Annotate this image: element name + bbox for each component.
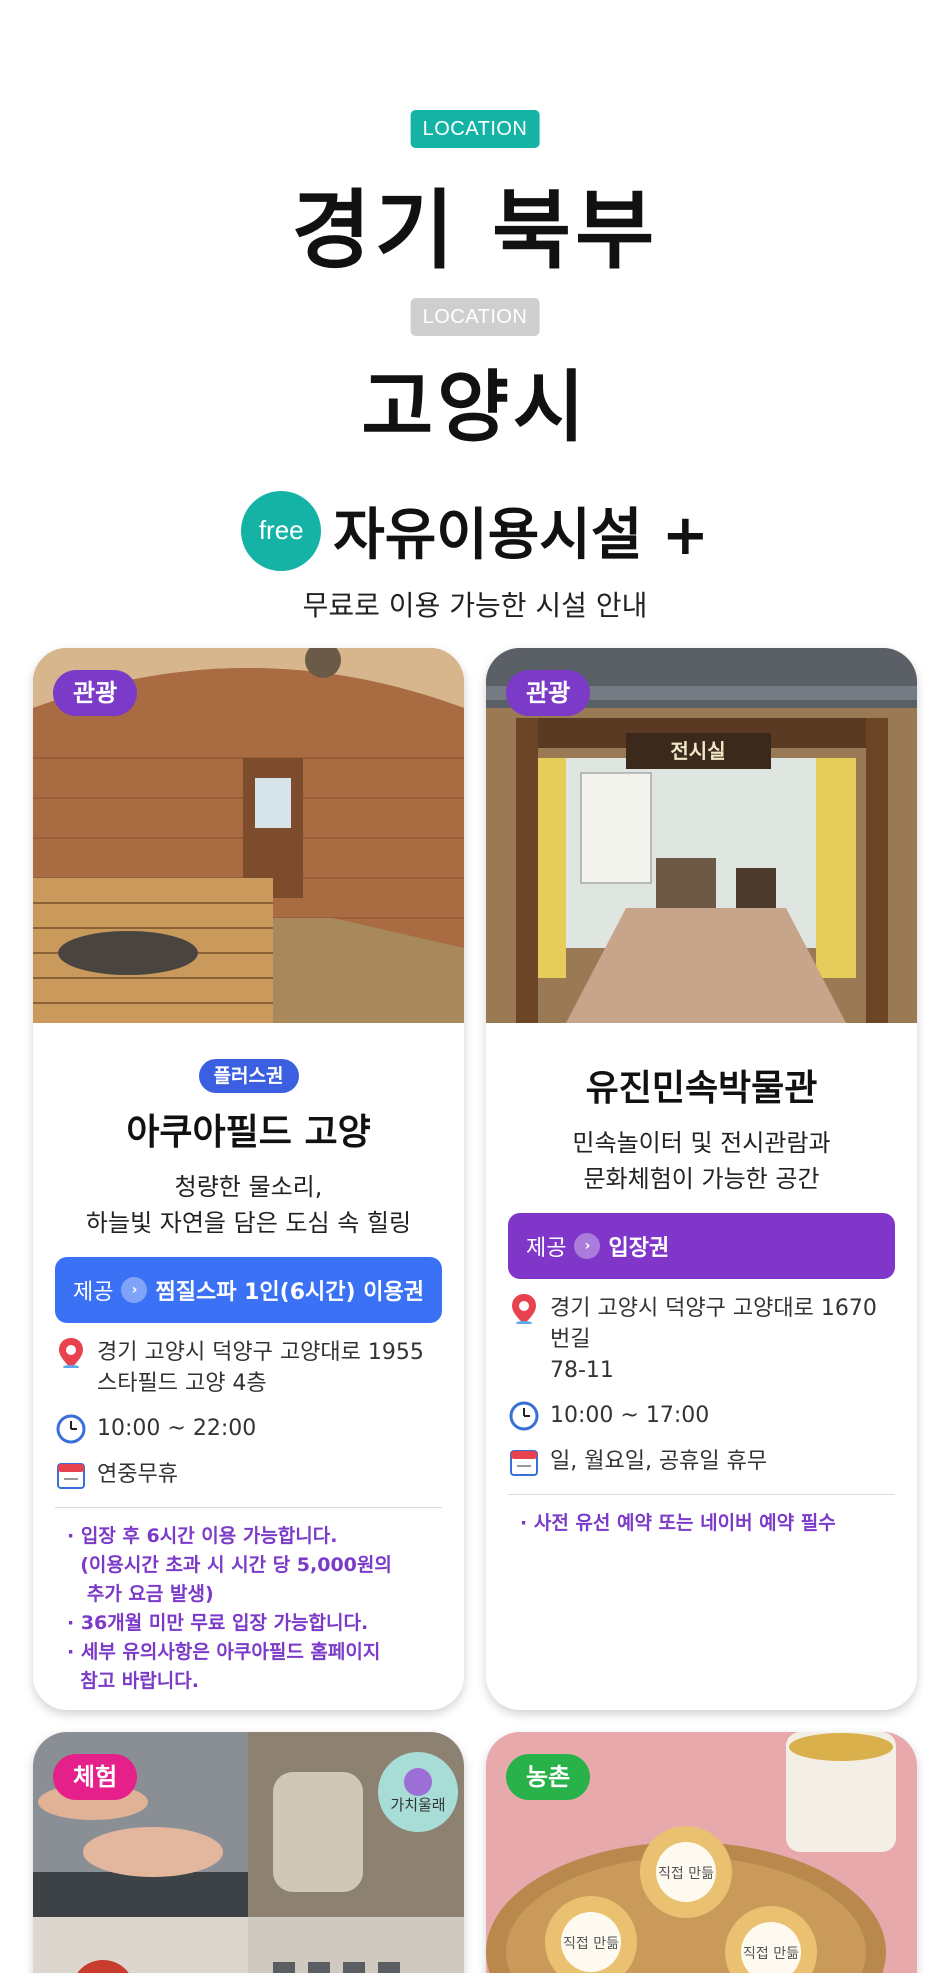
hours-row: 10:00 ~ 17:00 bbox=[508, 1400, 895, 1432]
facility-card-experience[interactable]: 가치울래 체험 bbox=[33, 1732, 464, 1973]
chevron-right-icon: › bbox=[574, 1233, 601, 1259]
farm-photo: 직접 만듦 직접 만듦 직접 만듦 농촌 bbox=[486, 1732, 917, 1973]
offer-bar: 제공 › 입장권 bbox=[508, 1213, 895, 1279]
notes: · 사전 유선 예약 또는 네이버 예약 필수 bbox=[520, 1509, 895, 1538]
note-line: · 36개월 미만 무료 입장 가능합니다. bbox=[67, 1612, 369, 1634]
offer-text: 입장권 bbox=[608, 1236, 670, 1261]
closed-row: 연중무휴 bbox=[55, 1459, 442, 1491]
address-line: 78-11 bbox=[550, 1358, 614, 1383]
place-description: 청량한 물소리, 하늘빛 자연을 담은 도심 속 힐링 bbox=[33, 1169, 464, 1241]
closed-row: 일, 월요일, 공휴일 휴무 bbox=[508, 1446, 895, 1478]
calendar-icon bbox=[508, 1446, 540, 1478]
closed-text: 연중무휴 bbox=[97, 1462, 178, 1487]
section-subtitle: 무료로 이용 가능한 시설 안내 bbox=[302, 589, 648, 622]
offer-label: 제공 bbox=[73, 1280, 114, 1305]
place-name: 아쿠아필드 고양 bbox=[126, 1112, 371, 1153]
section-title: 자유이용시설 + bbox=[333, 503, 709, 568]
note-line: · 입장 후 6시간 이용 가능합니다. bbox=[67, 1525, 338, 1547]
category-badge: 체험 bbox=[53, 1754, 138, 1800]
desc-line: 문화체험이 가능한 공간 bbox=[583, 1165, 820, 1193]
note-line: · 세부 유의사항은 아쿠아필드 홈페이지 bbox=[67, 1641, 381, 1663]
product-label: 직접 만듦 bbox=[658, 1866, 714, 1882]
hours-text: 10:00 ~ 22:00 bbox=[97, 1416, 257, 1441]
desc-line: 민속놀이터 및 전시관람과 bbox=[572, 1129, 831, 1157]
notes: · 입장 후 6시간 이용 가능합니다. (이용시간 초과 시 시간 당 5,0… bbox=[67, 1522, 442, 1696]
closed-text: 일, 월요일, 공휴일 휴무 bbox=[550, 1449, 768, 1474]
place-description: 민속놀이터 및 전시관람과 문화체험이 가능한 공간 bbox=[486, 1125, 917, 1197]
divider bbox=[508, 1494, 895, 1495]
map-pin-icon bbox=[55, 1337, 87, 1369]
chevron-right-icon: › bbox=[121, 1277, 148, 1303]
category-badge: 농촌 bbox=[506, 1754, 591, 1800]
address-row: 경기 고양시 덕양구 고양대로 1670번길 78-11 bbox=[508, 1293, 895, 1386]
hours-text: 10:00 ~ 17:00 bbox=[550, 1403, 710, 1428]
shop-sign: 가치울래 bbox=[390, 1796, 445, 1814]
category-badge: 관광 bbox=[53, 670, 138, 716]
facility-card-farm[interactable]: 직접 만듦 직접 만듦 직접 만듦 농촌 bbox=[486, 1732, 917, 1973]
category-badge: 관광 bbox=[506, 670, 591, 716]
calendar-icon bbox=[55, 1459, 87, 1491]
clock-icon bbox=[55, 1413, 87, 1445]
address-line: 스타필드 고양 4층 bbox=[97, 1371, 267, 1396]
offer-text: 찜질스파 1인(6시간) 이용권 bbox=[155, 1280, 424, 1305]
product-label: 직접 만듦 bbox=[563, 1936, 619, 1952]
hours-row: 10:00 ~ 22:00 bbox=[55, 1413, 442, 1445]
address-line: 경기 고양시 덕양구 고양대로 1955 bbox=[97, 1340, 424, 1365]
address-row: 경기 고양시 덕양구 고양대로 1955 스타필드 고양 4층 bbox=[55, 1337, 442, 1399]
museum-photo: 전시실 관광 bbox=[486, 648, 917, 1023]
city-title: 고양시 bbox=[361, 363, 589, 453]
free-badge: free bbox=[241, 490, 322, 571]
desc-line: 하늘빛 자연을 담은 도심 속 힐링 bbox=[85, 1209, 412, 1237]
note-line: 추가 요금 발생) bbox=[67, 1583, 214, 1605]
aquafield-photo: 관광 bbox=[33, 648, 464, 1023]
sub-location-badge: LOCATION bbox=[410, 298, 540, 336]
plus-pass-badge: 플러스권 bbox=[198, 1059, 299, 1093]
note-line: · 사전 유선 예약 또는 네이버 예약 필수 bbox=[520, 1512, 836, 1534]
divider bbox=[55, 1507, 442, 1508]
facility-card-aquafield[interactable]: 관광 플러스권 아쿠아필드 고양 청량한 물소리, 하늘빛 자연을 담은 도심 … bbox=[33, 648, 464, 1710]
address-line: 경기 고양시 덕양구 고양대로 1670번길 bbox=[550, 1296, 877, 1352]
clock-icon bbox=[508, 1400, 540, 1432]
free-facilities-header: free 자유이용시설 + bbox=[0, 490, 950, 571]
offer-label: 제공 bbox=[526, 1236, 567, 1261]
note-line: (이용시간 초과 시 시간 당 5,000원의 bbox=[67, 1554, 392, 1576]
product-label: 직접 만듦 bbox=[743, 1946, 799, 1962]
note-line: 참고 바랍니다. bbox=[67, 1670, 199, 1692]
experience-photo: 가치울래 체험 bbox=[33, 1732, 464, 1973]
map-pin-icon bbox=[508, 1293, 540, 1325]
place-name: 유진민속박물관 bbox=[585, 1068, 818, 1109]
offer-bar: 제공 › 찜질스파 1인(6시간) 이용권 bbox=[55, 1257, 442, 1323]
region-title: 경기 북부 bbox=[291, 181, 659, 281]
desc-line: 청량한 물소리, bbox=[174, 1173, 323, 1201]
location-badge: LOCATION bbox=[410, 110, 540, 148]
facility-card-eugene-museum[interactable]: 전시실 관광 유진민속박물관 민속놀이터 및 전시관람과 문화체험이 가능한 공… bbox=[486, 648, 917, 1710]
museum-sign: 전시실 bbox=[670, 739, 725, 763]
